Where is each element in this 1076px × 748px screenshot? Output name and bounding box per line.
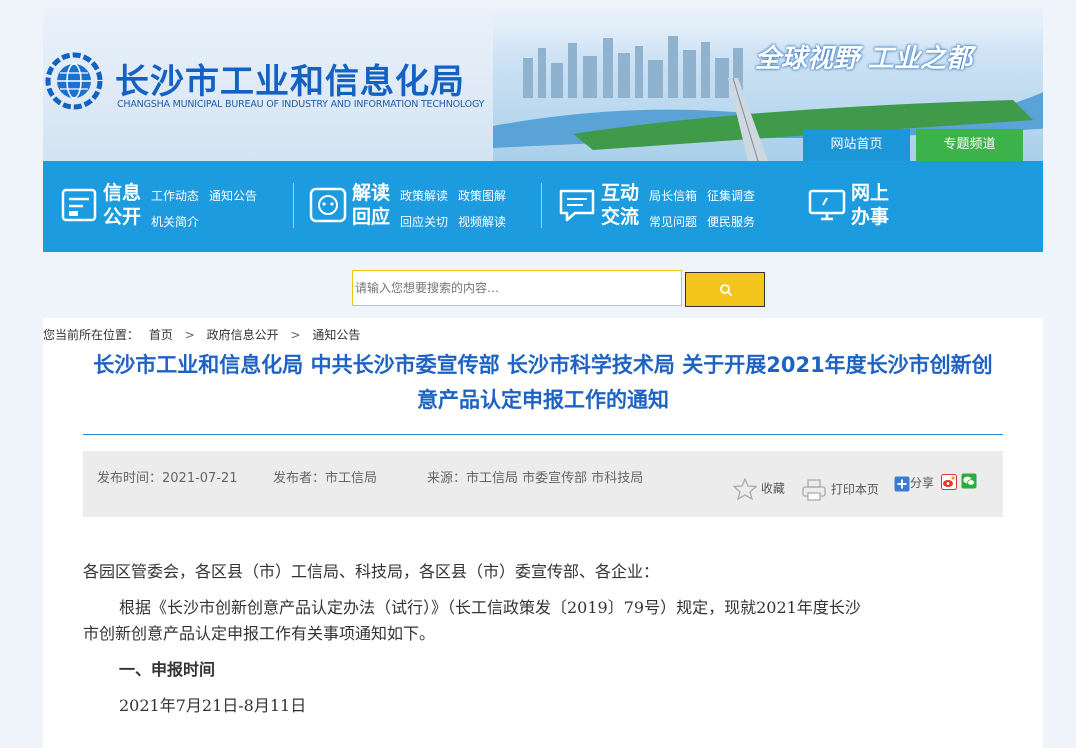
nav-divider bbox=[541, 183, 542, 228]
printer-icon bbox=[802, 479, 826, 501]
nav-links: 工作动态 通知公告 机关简介 bbox=[151, 183, 281, 235]
nav-online-service[interactable]: 网上办事 bbox=[807, 161, 927, 252]
nav-links: 政策解读 政策图解 回应关切 视频解读 bbox=[400, 183, 530, 235]
nav-divider bbox=[293, 183, 294, 228]
article-panel: 您当前所在位置： 首页 > 政府信息公开 > 通知公告 长沙市工业和信息化局 中… bbox=[43, 318, 1043, 748]
breadcrumb-link-notice[interactable]: 通知公告 bbox=[312, 328, 360, 342]
breadcrumb-separator: > bbox=[184, 328, 195, 342]
paragraph: 各园区管委会，各区县（市）工信局、科技局，各区县（市）委宣传部、各企业： bbox=[83, 562, 660, 581]
interpret-icon bbox=[309, 187, 347, 223]
search-button[interactable] bbox=[685, 272, 765, 307]
breadcrumb-link-home[interactable]: 首页 bbox=[149, 328, 173, 342]
nav-info-disclosure[interactable]: 信息公开 工作动态 通知公告 机关简介 bbox=[59, 161, 289, 252]
slogan: 全球视野 工业之都 bbox=[755, 44, 973, 74]
favorite-label: 收藏 bbox=[760, 481, 785, 496]
breadcrumb: 您当前所在位置： 首页 > 政府信息公开 > 通知公告 bbox=[43, 326, 360, 343]
nav-link[interactable]: 通知公告 bbox=[209, 189, 257, 203]
paragraph: 市创新创意产品认定申报工作有关事项通知如下。 bbox=[83, 624, 436, 643]
print-label: 打印本页 bbox=[830, 482, 879, 497]
organization-name-en: CHANGSHA MUNICIPAL BUREAU OF INDUSTRY AN… bbox=[117, 99, 485, 110]
section-heading: 一、申报时间 bbox=[119, 660, 216, 679]
wechat-icon[interactable] bbox=[961, 473, 977, 489]
favorite-button[interactable]: 收藏 bbox=[733, 478, 785, 500]
nav-link[interactable]: 局长信箱 bbox=[649, 189, 697, 203]
bureau-logo-icon bbox=[45, 52, 103, 110]
search-input[interactable] bbox=[352, 270, 682, 306]
monitor-icon bbox=[808, 189, 846, 221]
nav-interaction[interactable]: 互动交流 局长信箱 征集调查 常见问题 便民服务 bbox=[557, 161, 787, 252]
share-label: 分享 bbox=[910, 476, 935, 490]
document-icon bbox=[61, 188, 97, 222]
nav-title: 互动交流 bbox=[601, 182, 640, 228]
chat-bubble-icon bbox=[559, 189, 595, 222]
search-icon bbox=[720, 284, 733, 297]
nav-link[interactable]: 征集调查 bbox=[707, 189, 755, 203]
breadcrumb-prefix: 您当前所在位置： bbox=[43, 328, 140, 342]
title-divider bbox=[83, 434, 1003, 435]
publish-time: 发布时间：2021-07-21 bbox=[97, 471, 238, 486]
paragraph: 根据《长沙市创新创意产品认定办法（试行）》（长工信政策发〔2019〕79号）规定… bbox=[119, 598, 861, 617]
article-title: 长沙市工业和信息化局 中共长沙市委宣传部 长沙市科学技术局 关于开展2021年度… bbox=[93, 353, 993, 412]
nav-link[interactable]: 政策图解 bbox=[458, 189, 506, 203]
nav-link[interactable]: 常见问题 bbox=[649, 215, 697, 229]
publisher: 发布者：市工信局 bbox=[273, 471, 378, 486]
nav-title: 解读回应 bbox=[352, 182, 391, 228]
nav-link[interactable]: 政策解读 bbox=[400, 189, 448, 203]
tab-home[interactable]: 网站首页 bbox=[803, 129, 910, 161]
weibo-icon[interactable] bbox=[941, 474, 957, 490]
site-header: 长沙市工业和信息化局 CHANGSHA MUNICIPAL BUREAU OF … bbox=[43, 8, 1043, 161]
print-button[interactable]: 打印本页 bbox=[801, 478, 879, 502]
breadcrumb-separator: > bbox=[290, 328, 301, 342]
nav-link[interactable]: 回应关切 bbox=[400, 215, 448, 229]
nav-title: 信息公开 bbox=[103, 182, 142, 228]
nav-title: 网上办事 bbox=[851, 182, 890, 228]
nav-interpretation[interactable]: 解读回应 政策解读 政策图解 回应关切 视频解读 bbox=[308, 161, 538, 252]
paragraph: 2021年7月21日-8月11日 bbox=[119, 696, 307, 715]
nav-link[interactable]: 便民服务 bbox=[707, 215, 755, 229]
main-nav: 信息公开 工作动态 通知公告 机关简介 解读回应 政策解读 政策图解 回应关切 视频解… bbox=[43, 161, 1043, 252]
organization-name-cn: 长沙市工业和信息化局 bbox=[115, 62, 465, 102]
share-button[interactable]: 分享 bbox=[894, 474, 934, 492]
nav-link[interactable]: 工作动态 bbox=[151, 189, 199, 203]
article-meta-bar: 发布时间：2021-07-21 发布者：市工信局 来源：市工信局 市委宣传部 市… bbox=[83, 451, 1003, 517]
breadcrumb-link-gov-info[interactable]: 政府信息公开 bbox=[207, 328, 279, 342]
share-plus-icon bbox=[894, 476, 910, 491]
nav-links: 局长信箱 征集调查 常见问题 便民服务 bbox=[649, 183, 779, 235]
source: 来源：市工信局 市委宣传部 市科技局 bbox=[427, 471, 644, 486]
nav-link[interactable]: 视频解读 bbox=[458, 215, 506, 229]
nav-link[interactable]: 机关简介 bbox=[151, 215, 199, 229]
star-icon bbox=[733, 478, 757, 500]
tab-topic-channel[interactable]: 专题频道 bbox=[916, 129, 1023, 161]
